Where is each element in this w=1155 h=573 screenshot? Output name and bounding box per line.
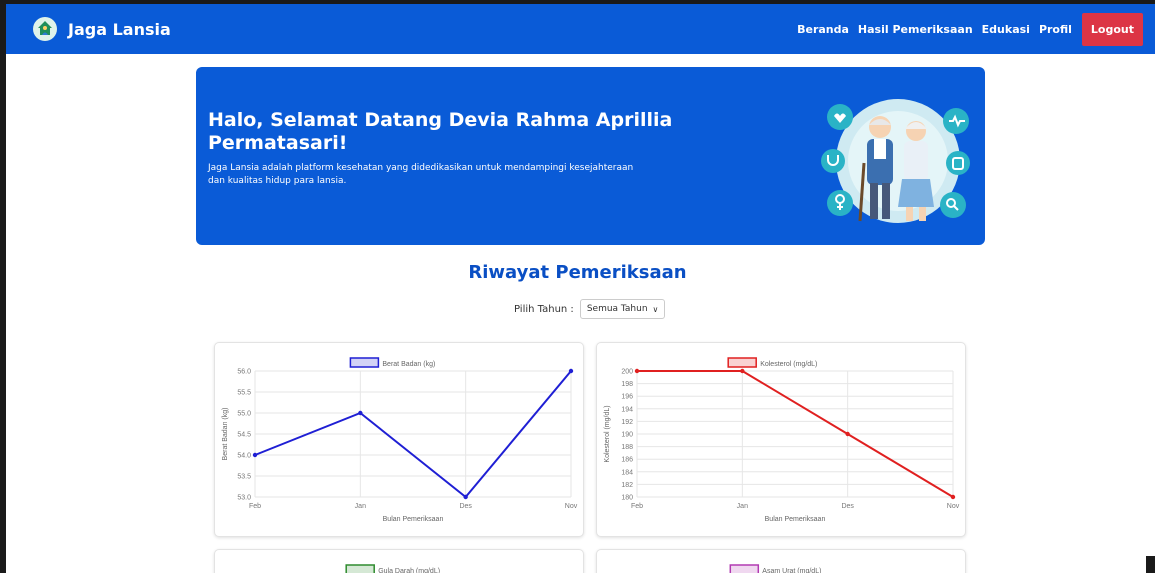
y-tick-label: 54.5 — [237, 432, 251, 439]
year-filter: Pilih Tahun : Semua Tahun ∨ — [514, 299, 666, 319]
legend-swatch — [345, 564, 375, 573]
data-point — [634, 368, 640, 374]
chart-card-gula-darah: Gula Darah (mg/dL) — [214, 549, 584, 573]
search-health-icon — [940, 192, 966, 218]
hero-title: Halo, Selamat Datang Devia Rahma Aprilli… — [208, 109, 673, 154]
nav-link-beranda[interactable]: Beranda — [797, 23, 849, 36]
y-tick-label: 180 — [621, 495, 633, 502]
y-tick-label: 188 — [621, 444, 633, 451]
x-tick-label: Jan — [737, 503, 748, 510]
chevron-down-icon: ∨ — [652, 304, 659, 314]
y-axis-title: Berat Badan (kg) — [222, 408, 229, 461]
legend-swatch — [349, 357, 380, 368]
heartbeat-icon — [943, 108, 969, 134]
hero-banner: Halo, Selamat Datang Devia Rahma Aprilli… — [196, 67, 985, 245]
data-point — [950, 494, 956, 500]
x-tick-label: Nov — [947, 503, 960, 510]
y-tick-label: 186 — [621, 457, 633, 464]
brand[interactable]: Jaga Lansia — [33, 17, 171, 41]
navbar: Jaga Lansia Beranda Hasil Pemeriksaan Ed… — [6, 4, 1155, 54]
legend-swatch — [729, 564, 760, 573]
x-tick-label: Nov — [565, 503, 578, 510]
y-tick-label: 55.5 — [237, 390, 251, 397]
chart-asam-urat: Asam Urat (mg/dL) — [729, 564, 821, 573]
chart-gula-darah: Gula Darah (mg/dL) — [345, 564, 440, 573]
section-title: Riwayat Pemeriksaan — [468, 262, 687, 283]
chart-berat-badan: Berat Badan (kg) 53.0 53.5 54.0 54.5 55.0 55.5… — [222, 357, 578, 523]
x-tick-label: Feb — [631, 503, 643, 510]
brand-logo-icon — [33, 17, 57, 41]
legend-swatch — [727, 357, 757, 368]
x-tick-label: Jan — [355, 503, 366, 510]
y-tick-label: 192 — [621, 419, 633, 426]
y-tick-label: 196 — [621, 394, 633, 401]
y-tick-label: 194 — [621, 406, 633, 413]
x-axis-title: Bulan Pemeriksaan — [765, 516, 826, 523]
x-axis-title: Bulan Pemeriksaan — [383, 516, 444, 523]
data-point — [463, 494, 468, 500]
female-icon — [827, 190, 853, 216]
legend-label: Gula Darah (mg/dL) — [378, 568, 440, 573]
legend-label: Berat Badan (kg) — [382, 361, 435, 368]
x-tick-label: Feb — [249, 503, 261, 510]
x-tick-label: Des — [841, 503, 854, 510]
y-tick-label: 55.0 — [237, 411, 251, 418]
stethoscope-icon — [821, 149, 845, 173]
x-tick-label: Des — [459, 503, 472, 510]
y-tick-label: 56.0 — [237, 369, 251, 376]
y-tick-label: 182 — [621, 482, 633, 489]
chart-kolesterol: Kolesterol (mg/dL) 180 182 184 186 188 190 192 1… — [604, 357, 960, 523]
legend-label: Kolesterol (mg/dL) — [760, 361, 817, 368]
y-tick-label: 53.5 — [237, 474, 251, 481]
legend-label: Asam Urat (mg/dL) — [762, 568, 821, 573]
nav-links: Beranda Hasil Pemeriksaan Edukasi Profil… — [788, 4, 1143, 54]
data-point — [252, 452, 258, 458]
brand-name: Jaga Lansia — [68, 19, 171, 39]
y-tick-label: 200 — [621, 369, 633, 376]
data-point — [568, 368, 574, 374]
chart-card-asam-urat: Asam Urat (mg/dL) — [596, 549, 966, 573]
data-point — [845, 431, 850, 437]
nav-link-profil[interactable]: Profil — [1039, 23, 1072, 36]
chart-card-kolesterol: Kolesterol (mg/dL) 180 182 184 186 188 190 192 1… — [596, 342, 966, 537]
y-axis-title: Kolesterol (mg/dL) — [604, 405, 611, 462]
data-point — [740, 368, 745, 374]
data-point — [358, 410, 363, 416]
medicine-icon — [946, 151, 970, 175]
year-select[interactable]: Semua Tahun ∨ — [579, 299, 666, 319]
chart-card-berat-badan: Berat Badan (kg) 53.0 53.5 54.0 54.5 55.0 55.5… — [214, 342, 584, 537]
corner-artifact — [1146, 556, 1155, 573]
y-tick-label: 53.0 — [237, 495, 251, 502]
hero-description: Jaga Lansia adalah platform kesehatan ya… — [208, 163, 634, 186]
elderly-couple-illustration — [821, 99, 970, 223]
y-tick-label: 54.0 — [237, 453, 251, 460]
nav-link-hasil-pemeriksaan[interactable]: Hasil Pemeriksaan — [858, 23, 973, 36]
year-select-value: Semua Tahun — [586, 304, 648, 314]
y-tick-label: 198 — [621, 381, 633, 388]
year-filter-label: Pilih Tahun : — [514, 303, 574, 315]
logout-button[interactable]: Logout — [1081, 12, 1143, 46]
window-frame-left — [0, 0, 6, 573]
heart-icon — [827, 104, 853, 130]
nav-link-edukasi[interactable]: Edukasi — [982, 23, 1030, 36]
y-tick-label: 184 — [621, 469, 633, 476]
y-tick-label: 190 — [621, 432, 633, 439]
